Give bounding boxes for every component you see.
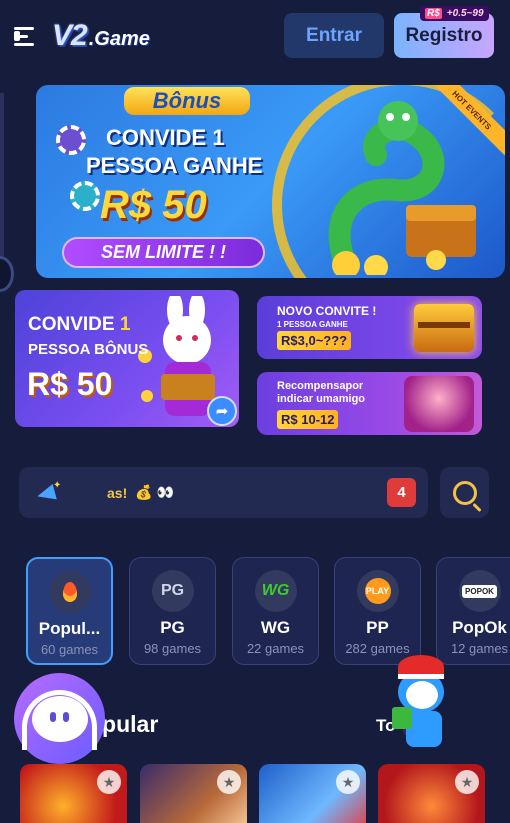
provider-count: 22 games — [246, 641, 305, 656]
gift-icon — [392, 707, 412, 729]
provider-name: Popul... — [38, 619, 101, 638]
provider-tab-pg[interactable]: PG PG 98 games — [129, 557, 216, 665]
ticker-text: as! — [107, 484, 128, 501]
promo-card-invite[interactable]: CONVIDE 1 PESSOA BÔNUS R$ 50 ➦ — [15, 290, 239, 427]
login-button[interactable]: Entrar — [284, 13, 384, 58]
dragon-illustration — [328, 101, 476, 275]
provider-tab-popular[interactable]: Popul... 60 games — [26, 557, 113, 665]
provider-name: WG — [260, 618, 291, 637]
chip-icon — [56, 125, 86, 155]
register-badge-currency: R$ — [425, 8, 442, 19]
wg-logo-icon: WG — [254, 570, 297, 612]
side-drawer-handle[interactable] — [0, 256, 14, 292]
promo-rb-line1: Recompensapor — [277, 380, 364, 392]
banner-no-limit-pill: SEM LIMITE ! ! — [62, 237, 265, 268]
provider-name: PG — [160, 618, 185, 637]
megaphone-icon: ✦ — [33, 480, 61, 504]
provider-name: PopOk — [452, 618, 507, 637]
ticker-emoji: 💰 👀 — [135, 484, 174, 500]
game-tile[interactable]: ★ — [20, 764, 127, 823]
favorite-star-icon[interactable]: ★ — [217, 770, 241, 794]
chip-icon — [70, 181, 100, 211]
side-stripe — [0, 93, 4, 263]
character-illustration — [404, 376, 474, 432]
brand-logo-v2: V2 — [52, 19, 88, 52]
provider-count: 282 games — [345, 641, 410, 656]
promo-rt-line1: NOVO CONVITE ! — [277, 304, 377, 318]
promo-card-new-invite[interactable]: NOVO CONVITE ! 1 PESSOA GANHE R$3,0~??? — [257, 296, 482, 359]
provider-count: 98 games — [143, 641, 202, 656]
share-button[interactable]: ➦ — [207, 396, 237, 426]
game-tile[interactable]: ★ — [378, 764, 485, 823]
bonus-tag: Bônus — [124, 87, 250, 115]
floating-promo-mascot[interactable] — [392, 655, 458, 749]
promo-left-amount: R$ 50 — [27, 366, 113, 402]
favorite-star-icon[interactable]: ★ — [455, 770, 479, 794]
register-bonus-badge: R$ +0.5~99 — [420, 6, 489, 21]
popok-logo-icon: POPOK — [458, 570, 501, 612]
game-tile[interactable]: ★ — [259, 764, 366, 823]
promo-rb-line2: indicar umamigo — [277, 393, 366, 405]
pg-logo-icon: PG — [151, 570, 194, 612]
invite-banner[interactable]: Bônus CONVIDE 1 PESSOA GANHE R$ 50 SEM L… — [36, 85, 505, 278]
promo-rt-amount: R$3,0~??? — [277, 331, 352, 350]
banner-line1: CONVIDE 1 — [106, 125, 225, 150]
promo-rt-line2: 1 PESSOA GANHE — [277, 320, 348, 329]
provider-count: 60 games — [40, 642, 99, 657]
popok-logo-text: POPOK — [462, 584, 497, 598]
favorite-star-icon[interactable]: ★ — [97, 770, 121, 794]
announcement-ticker[interactable]: ✦ as! 💰 👀 4 — [19, 467, 428, 518]
search-button[interactable] — [440, 467, 489, 518]
promo-left-line1: CONVIDE 1 — [28, 314, 130, 336]
banner-line2: PESSOA GANHE — [86, 153, 263, 178]
game-tile[interactable]: ★ — [140, 764, 247, 823]
promo-left-prefix: CONVIDE — [28, 314, 120, 335]
promo-left-line2: PESSOA BÔNUS — [28, 341, 149, 358]
provider-tab-pp[interactable]: PLAY PP 282 games — [334, 557, 421, 665]
provider-count: 12 games — [450, 641, 509, 656]
page: V2 .Game Entrar Registro R$ +0.5~99 Bônu… — [0, 0, 510, 823]
provider-tab-wg[interactable]: WG WG 22 games — [232, 557, 319, 665]
treasure-chest-icon — [414, 304, 474, 352]
notification-count-badge[interactable]: 4 — [387, 478, 416, 507]
provider-tab-popok[interactable]: POPOK PopOk 12 games — [436, 557, 510, 665]
pp-logo-text: PLAY — [364, 578, 391, 604]
banner-amount: R$ 50 — [100, 183, 207, 227]
promo-card-referral[interactable]: Recompensapor indicar umamigo R$ 10-12 — [257, 372, 482, 435]
promo-rb-amount: R$ 10-12 — [277, 410, 339, 429]
brand-logo-game: .Game — [88, 28, 150, 50]
brand-logo[interactable]: V2 .Game — [52, 19, 150, 53]
favorite-star-icon[interactable]: ★ — [336, 770, 360, 794]
share-icon: ➦ — [215, 403, 229, 420]
provider-name: PP — [366, 618, 389, 637]
menu-icon[interactable] — [14, 25, 38, 47]
search-icon — [452, 480, 477, 505]
flame-icon — [48, 571, 91, 613]
pp-logo-icon: PLAY — [356, 570, 399, 612]
register-badge-text: +0.5~99 — [446, 8, 484, 19]
promo-left-number: 1 — [119, 314, 131, 335]
